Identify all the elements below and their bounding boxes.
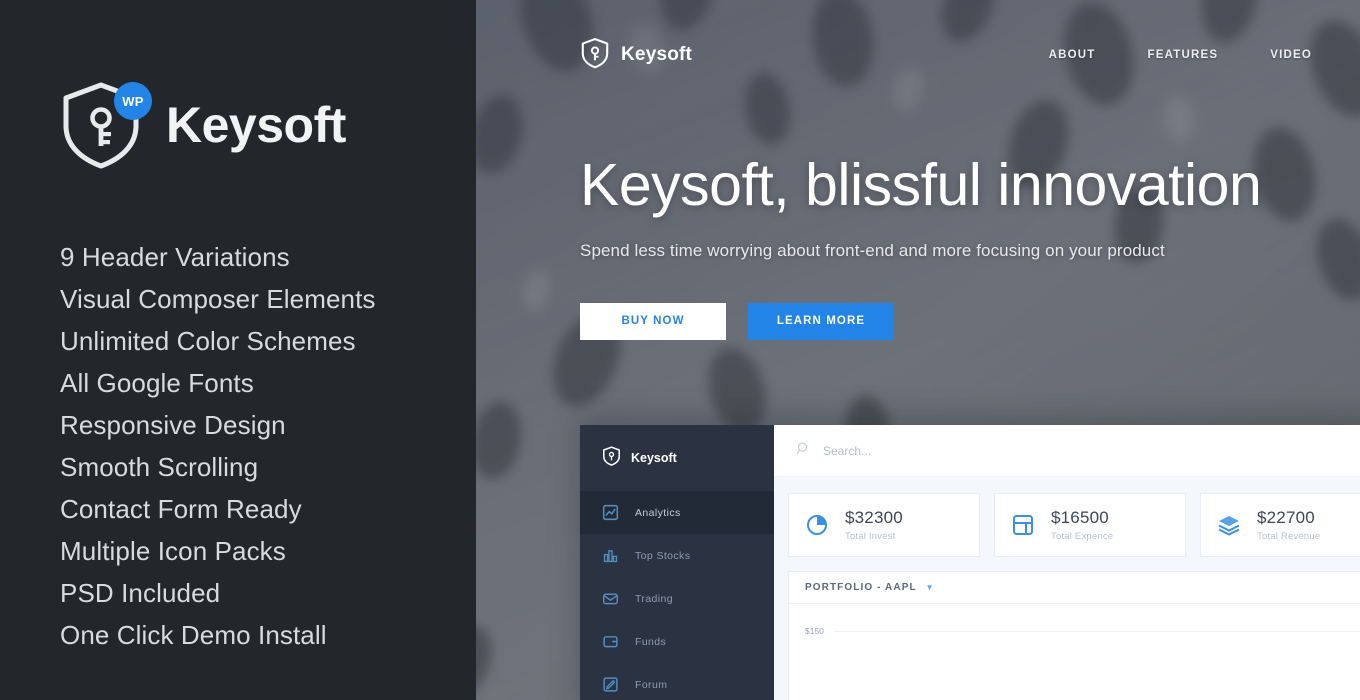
search-bar[interactable]: Search...: [774, 425, 1360, 477]
search-icon: [796, 441, 811, 461]
sidebar-item-label: Analytics: [635, 506, 681, 519]
pie-chart-icon: [803, 511, 831, 539]
list-item: One Click Demo Install: [60, 620, 327, 650]
sidebar-item-analytics[interactable]: Analytics: [580, 491, 774, 534]
hero-section: Keysoft ABOUT FEATURES VIDEO Keysoft, bl…: [476, 0, 1360, 700]
stat-label: Total Revenue: [1257, 531, 1321, 542]
analytics-icon: [602, 504, 619, 521]
page-title: Keysoft, blissful innovation: [580, 152, 1262, 218]
sidebar-item-forum[interactable]: Forum: [580, 663, 774, 700]
promo-left-panel: WP Keysoft 9 Header Variations Visual Co…: [0, 0, 476, 700]
list-item: Unlimited Color Schemes: [60, 326, 356, 356]
stat-value: $16500: [1051, 508, 1109, 527]
list-item: Visual Composer Elements: [60, 284, 376, 314]
wallet-icon: [602, 633, 619, 650]
bar-chart-icon: [602, 547, 619, 564]
portfolio-chart: $150: [789, 604, 1360, 700]
promo-brand-name: Keysoft: [166, 97, 346, 153]
list-item: Multiple Icon Packs: [60, 536, 286, 566]
sidebar-item-label: Forum: [635, 678, 668, 691]
hero-menu: ABOUT FEATURES VIDEO: [1049, 49, 1320, 61]
list-item: PSD Included: [60, 578, 221, 608]
stat-label: Total Invest: [845, 531, 896, 542]
nav-link-video[interactable]: VIDEO: [1270, 49, 1312, 61]
dashboard-sidebar: Keysoft Analytics Top Stocks Trading Fun…: [580, 425, 774, 700]
hero-copy: Keysoft, blissful innovation Spend less …: [580, 152, 1300, 340]
sidebar-item-top-stocks[interactable]: Top Stocks: [580, 534, 774, 577]
portfolio-title: PORTFOLIO - AAPL: [805, 582, 917, 593]
chart-gridline: [833, 630, 1360, 632]
list-item: 9 Header Variations: [60, 242, 290, 272]
window-icon: [1009, 511, 1037, 539]
hero-brand-name: Keysoft: [621, 44, 693, 65]
wp-badge: WP: [114, 82, 152, 120]
hero-cta-group: BUY NOW LEARN MORE: [580, 302, 1300, 340]
sidebar-item-trading[interactable]: Trading: [580, 577, 774, 620]
shield-key-icon: [602, 445, 621, 471]
list-item: Smooth Scrolling: [60, 452, 259, 482]
hero-navbar: Keysoft ABOUT FEATURES VIDEO: [476, 0, 1360, 110]
search-input[interactable]: Search...: [823, 444, 871, 458]
envelope-icon: [602, 590, 619, 607]
portfolio-panel: PORTFOLIO - AAPL ▼ $150: [788, 571, 1360, 700]
chart-gridline-row: $150: [805, 626, 1360, 636]
dashboard-brand: Keysoft: [580, 425, 774, 491]
list-item: Contact Form Ready: [60, 494, 302, 524]
dashboard-mockup: Keysoft Analytics Top Stocks Trading Fun…: [580, 425, 1360, 700]
chart-y-axis-label: $150: [805, 626, 824, 636]
shield-key-icon: [580, 37, 610, 74]
edit-icon: [602, 676, 619, 693]
stat-card-row: $32300 Total Invest $16500 Total Expence…: [774, 477, 1360, 571]
portfolio-header[interactable]: PORTFOLIO - AAPL ▼: [789, 572, 1360, 604]
learn-more-button[interactable]: LEARN MORE: [748, 302, 894, 340]
sidebar-item-label: Top Stocks: [635, 549, 691, 562]
list-item: All Google Fonts: [60, 368, 254, 398]
nav-link-about[interactable]: ABOUT: [1049, 49, 1096, 61]
stat-card-total-invest: $32300 Total Invest: [788, 493, 980, 557]
sidebar-item-label: Trading: [635, 592, 674, 605]
sidebar-item-label: Funds: [635, 635, 667, 648]
stat-label: Total Expence: [1051, 531, 1114, 542]
promo-banner: WP Keysoft 9 Header Variations Visual Co…: [0, 0, 1360, 700]
dashboard-brand-name: Keysoft: [631, 451, 677, 465]
stat-value: $22700: [1257, 508, 1315, 527]
nav-link-features[interactable]: FEATURES: [1147, 49, 1218, 61]
stat-card-total-revenue: $22700 Total Revenue: [1200, 493, 1360, 557]
sidebar-item-funds[interactable]: Funds: [580, 620, 774, 663]
layers-icon: [1215, 511, 1243, 539]
list-item: Responsive Design: [60, 410, 286, 440]
promo-logo: WP Keysoft: [58, 80, 346, 170]
stat-value: $32300: [845, 508, 903, 527]
chevron-down-icon[interactable]: ▼: [926, 583, 935, 592]
shield-key-icon: WP: [58, 80, 152, 170]
promo-feature-list: 9 Header Variations Visual Composer Elem…: [60, 236, 376, 656]
stat-card-total-expence: $16500 Total Expence: [994, 493, 1186, 557]
hero-brand[interactable]: Keysoft: [580, 37, 692, 74]
buy-now-button[interactable]: BUY NOW: [580, 302, 726, 340]
dashboard-main: Search... $32300 Total Invest $16500 Tot…: [774, 425, 1360, 700]
hero-subtitle: Spend less time worrying about front-end…: [580, 240, 1165, 260]
